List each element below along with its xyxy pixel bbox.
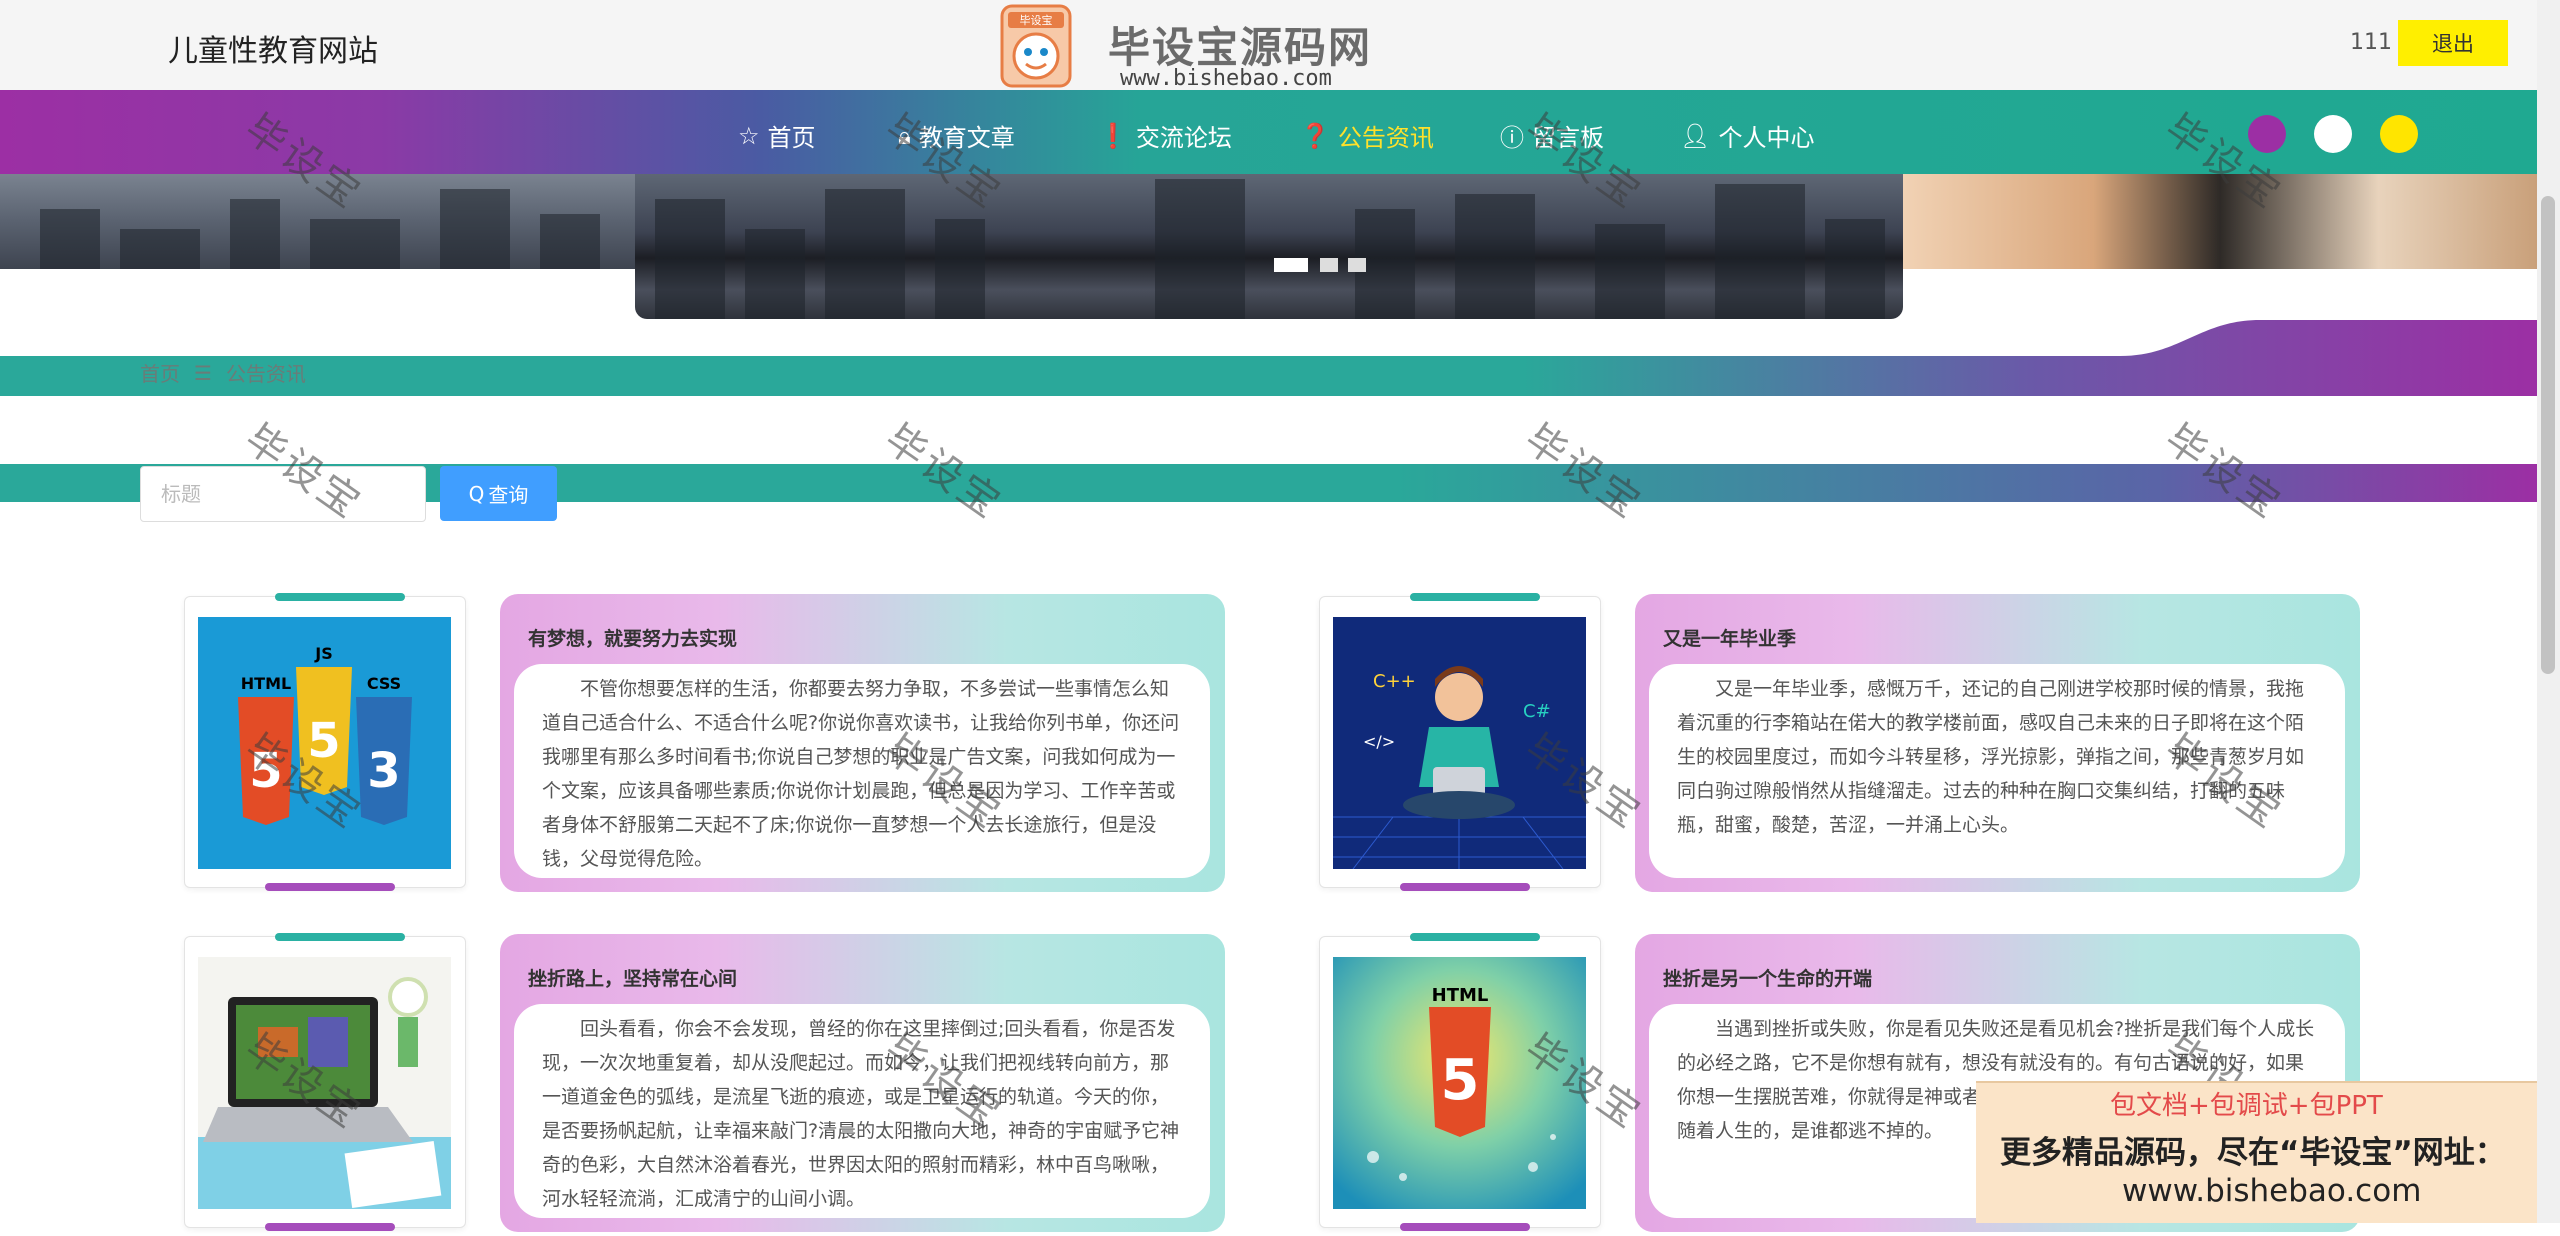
card-thumbnail-frame: HTML 5 [1319,933,1601,1231]
question-icon: ❓ [1300,121,1330,150]
breadcrumb-home[interactable]: 首页 [140,358,180,387]
star-icon: ☆ [738,121,760,150]
page-scrollbar[interactable] [2537,0,2560,1223]
nav-item-profile[interactable]: 👤︎ 个人中心 [1680,118,1814,153]
nav-item-label: 教育文章 [918,124,1015,152]
nav-item-label: 首页 [767,124,816,152]
breadcrumb: 首页 ☰ 公告资讯 [140,358,306,387]
scrollbar-thumb[interactable] [2541,196,2555,674]
svg-text:HTML: HTML [241,674,291,693]
svg-text:3: 3 [367,743,400,799]
meditating-coder-image: C++ C# </> [1333,617,1586,869]
user-name: 111 [2350,30,2392,55]
info-icon: ⓘ [1500,124,1524,152]
card-thumbnail-frame: HTML 5 JS 5 CSS 3 [184,593,466,891]
card-content: 有梦想，就要努力去实现 不管你想要怎样的生活，你都要去努力争取，不多尝试一些事情… [500,594,1225,892]
nav-item-forum[interactable]: ❗ 交流论坛 [1098,118,1232,153]
promo-line: 更多精品源码，尽在“毕设宝”网址： [2000,1135,2506,1171]
search-icon: Q [468,481,485,506]
svg-text:5: 5 [307,713,340,769]
main-nav: ☆ 首页 🔒︎ 教育文章 ❗ 交流论坛 ❓ 公告资讯 ⓘ 留言板 👤︎ 个人中心 [0,90,2537,174]
logout-button[interactable]: 退出 [2398,20,2508,66]
site-title: 儿童性教育网站 [168,34,378,69]
nav-item-articles[interactable]: 🔒︎ 教育文章 [898,118,1015,153]
card-summary: 回头看看，你会不会发现，曾经的你在这里摔倒过;回头看看，你是否发现，一次次地重复… [514,1004,1210,1218]
announcement-card[interactable]: HTML 5 JS 5 CSS 3 有梦想，就要努力去实现 不管你想要怎样的生活… [184,593,1225,896]
svg-text:5: 5 [1441,1048,1480,1113]
nav-item-label: 交流论坛 [1135,124,1232,152]
nav-item-label: 公告资讯 [1337,124,1434,152]
nav-item-home[interactable]: ☆ 首页 [738,118,816,153]
banner-slide-right [1903,174,2537,269]
card-summary: 不管你想要怎样的生活，你都要去努力争取，不多尝试一些事情怎么知道自己适合什么、不… [514,664,1210,878]
carousel-indicator[interactable] [1320,258,1338,272]
announcement-card[interactable]: 挫折路上，坚持常在心间 回头看看，你会不会发现，曾经的你在这里摔倒过;回头看看，… [184,933,1225,1236]
nav-item-announcements[interactable]: ❓ 公告资讯 [1300,118,1434,153]
search-button-label: 查询 [488,483,529,507]
banner-slide-left [0,174,640,269]
html-js-css-image: HTML 5 JS 5 CSS 3 [198,617,451,869]
card-content: 又是一年毕业季 又是一年毕业季，感慨万千，还记的自己刚进学校那时候的情景，我拖着… [1635,594,2360,892]
card-thumbnail-frame: C++ C# </> [1319,593,1601,891]
breadcrumb-current: 公告资讯 [225,362,306,386]
logo-url: www.bishebao.com [1120,66,1332,91]
breadcrumb-separator-icon: ☰ [194,360,212,385]
title-search-input[interactable] [140,466,426,522]
nav-item-label: 留言板 [1532,124,1604,152]
top-bar: 儿童性教育网站 毕设宝 毕设宝源码网 www.bishebao.com 111 … [0,0,2537,91]
lock-icon: 🔒︎ [898,121,911,150]
promo-line: 包文档+包调试+包PPT [2110,1091,2383,1121]
logo-badge-icon: 毕设宝 [1000,4,1072,88]
theme-dot-purple[interactable] [2248,115,2286,153]
card-title[interactable]: 又是一年毕业季 [1663,624,1796,651]
html5-splash-image: HTML 5 [1333,957,1586,1209]
card-summary: 又是一年毕业季，感慨万千，还记的自己刚进学校那时候的情景，我拖着沉重的行李箱站在… [1649,664,2345,878]
card-title[interactable]: 挫折是另一个生命的开端 [1663,964,1872,991]
info-icon: ❗ [1098,121,1128,150]
svg-text:HTML: HTML [1432,985,1489,1006]
svg-text:JS: JS [314,644,332,663]
theme-dot-yellow[interactable] [2380,115,2418,153]
svg-text:C++: C++ [1373,671,1416,692]
banner-slide-main [635,174,1903,319]
svg-text:CSS: CSS [367,674,401,693]
promo-banner[interactable]: 包文档+包调试+包PPT 更多精品源码，尽在“毕设宝”网址： www.bishe… [1976,1081,2560,1223]
nav-item-message-board[interactable]: ⓘ 留言板 [1500,118,1604,153]
user-icon: 👤︎ [1680,121,1711,150]
svg-text:毕设宝: 毕设宝 [1020,13,1053,27]
card-thumbnail-frame [184,933,466,1231]
carousel-indicator[interactable] [1348,258,1366,272]
theme-dot-white[interactable] [2314,115,2352,153]
bishebao-logo: 毕设宝 毕设宝源码网 www.bishebao.com [1000,4,1382,96]
laptop-desk-image [198,957,451,1209]
nav-item-label: 个人中心 [1718,124,1815,152]
card-title[interactable]: 有梦想，就要努力去实现 [528,624,737,651]
card-content: 挫折路上，坚持常在心间 回头看看，你会不会发现，曾经的你在这里摔倒过;回头看看，… [500,934,1225,1232]
carousel-indicator[interactable] [1274,258,1308,272]
search-button[interactable]: Q 查询 [440,466,557,521]
svg-text:</>: </> [1363,732,1395,751]
decorative-wave-band [0,320,2537,396]
card-title[interactable]: 挫折路上，坚持常在心间 [528,964,737,991]
svg-text:5: 5 [249,743,282,799]
announcement-card[interactable]: C++ C# </> 又是一年毕业季 又是一年毕业季，感慨万千，还记的自己刚进学… [1319,593,2360,896]
svg-text:C#: C# [1523,701,1551,722]
promo-url: www.bishebao.com [2122,1173,2422,1209]
